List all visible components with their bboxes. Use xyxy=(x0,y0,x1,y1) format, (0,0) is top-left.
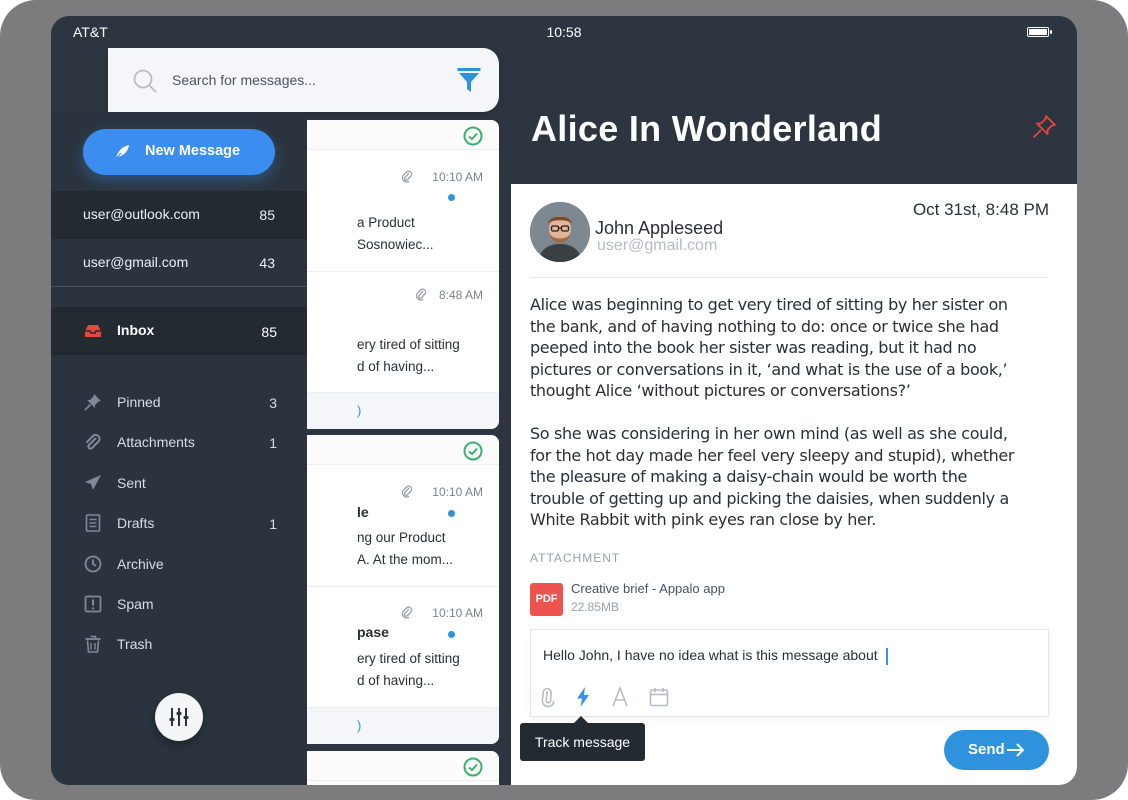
pin-icon[interactable] xyxy=(1031,114,1057,140)
sidebar-item-label: Attachments xyxy=(117,434,195,450)
account-email: user@gmail.com xyxy=(83,254,189,270)
sidebar-item-label: Archive xyxy=(117,556,164,572)
sidebar-item-count: 3 xyxy=(269,395,277,411)
header-divider xyxy=(530,277,1047,278)
attachment-size: 22.85MB xyxy=(571,600,620,614)
filter-icon[interactable] xyxy=(457,67,481,93)
track-message-tooltip: Track message xyxy=(520,716,645,761)
pdf-file-icon[interactable]: PDF xyxy=(530,583,563,616)
sidebar-item-inbox[interactable]: Inbox 85 xyxy=(51,307,307,355)
sender-name: John Appleseed xyxy=(595,218,724,238)
reply-composer[interactable]: Hello John, I have no idea what is this … xyxy=(530,629,1049,717)
check-circle-icon xyxy=(463,126,483,146)
send-label: Send xyxy=(968,741,1005,758)
tablet-frame: AT&T 10:58 10:10 AM pase a Product Sosno… xyxy=(0,0,1128,800)
sidebar-item-pinned[interactable]: Pinned 3 xyxy=(51,382,307,422)
inbox-icon xyxy=(85,325,101,337)
sidebar-item-count: 85 xyxy=(261,324,277,340)
card-footer-link[interactable]: ) xyxy=(357,403,361,418)
attachment-name[interactable]: Creative brief - Appalo app xyxy=(571,581,725,596)
account-count: 85 xyxy=(259,207,275,223)
account-count: 43 xyxy=(259,255,275,271)
calendar-icon[interactable] xyxy=(648,686,670,708)
sidebar-item-trash[interactable]: Trash xyxy=(51,624,307,664)
message-time: 10:10 AM xyxy=(432,170,483,184)
sidebar-item-count: 1 xyxy=(269,435,277,451)
check-circle-icon xyxy=(463,757,483,777)
sidebar-item-sent[interactable]: Sent xyxy=(51,463,307,503)
unread-dot xyxy=(448,194,455,201)
message-paragraph: So she was considering in her own mind (… xyxy=(530,424,1015,530)
check-circle-icon xyxy=(463,441,483,461)
feather-icon xyxy=(114,145,129,160)
new-message-button[interactable]: New Message xyxy=(83,129,275,175)
search-bar xyxy=(108,48,499,112)
paperclip-icon xyxy=(415,288,427,301)
settings-sliders-button[interactable] xyxy=(155,693,203,741)
account-email: user@outlook.com xyxy=(83,206,200,222)
avatar xyxy=(530,202,590,262)
paperclip-icon xyxy=(401,606,413,619)
message-date: Oct 31st, 8:48 PM xyxy=(912,200,1049,219)
spam-icon xyxy=(84,595,102,613)
search-input[interactable] xyxy=(172,69,442,91)
sidebar-item-attachments[interactable]: Attachments 1 xyxy=(51,422,307,462)
clock-icon xyxy=(84,555,102,573)
trash-icon xyxy=(85,635,101,653)
attach-icon[interactable] xyxy=(537,686,559,708)
send-button[interactable]: Send xyxy=(944,730,1049,770)
sidebar-item-count: 1 xyxy=(269,516,277,532)
message-time: 10:10 AM xyxy=(432,485,483,499)
reply-input[interactable]: Hello John, I have no idea what is this … xyxy=(543,647,888,665)
account-gmail[interactable]: user@gmail.com 43 xyxy=(51,239,307,287)
paperclip-icon xyxy=(401,170,413,183)
message-time: 8:48 AM xyxy=(438,288,483,302)
text-caret xyxy=(885,647,888,665)
sidebar-item-label: Drafts xyxy=(117,515,155,531)
sender-email: user@gmail.com xyxy=(597,237,718,254)
drafts-icon xyxy=(85,514,101,532)
search-icon xyxy=(133,69,157,93)
sidebar-item-archive[interactable]: Archive xyxy=(51,544,307,584)
sidebar-item-drafts[interactable]: Drafts 1 xyxy=(51,503,307,543)
lightning-icon[interactable] xyxy=(572,686,594,708)
sidebar: New Message user@outlook.com 85 user@gma… xyxy=(51,112,307,785)
sidebar-item-spam[interactable]: Spam xyxy=(51,584,307,624)
card-footer-link[interactable]: ) xyxy=(357,718,361,733)
screen: AT&T 10:58 10:10 AM pase a Product Sosno… xyxy=(51,16,1077,785)
sliders-icon xyxy=(169,708,189,726)
sidebar-item-label: Sent xyxy=(117,475,146,491)
paperclip-icon xyxy=(401,485,413,498)
message-paragraph: Alice was beginning to get very tired of… xyxy=(530,295,1008,401)
send-icon xyxy=(85,475,101,490)
sidebar-divider xyxy=(51,286,307,287)
sidebar-item-label: Spam xyxy=(117,596,154,612)
new-message-label: New Message xyxy=(145,143,241,159)
pin-icon xyxy=(84,394,101,411)
account-outlook[interactable]: user@outlook.com 85 xyxy=(51,191,307,239)
unread-dot xyxy=(448,631,455,638)
arrow-right-icon xyxy=(1007,743,1025,757)
message-time: 10:10 AM xyxy=(432,606,483,620)
sidebar-item-label: Trash xyxy=(117,636,153,652)
message-title: Alice In Wonderland xyxy=(531,108,883,149)
message-detail: John Appleseed user@gmail.com Oct 31st, … xyxy=(511,184,1077,785)
paperclip-icon xyxy=(85,433,101,450)
attachment-heading: ATTACHMENT xyxy=(530,551,621,565)
sidebar-item-label: Pinned xyxy=(117,394,161,410)
unread-dot xyxy=(448,510,455,517)
sidebar-item-label: Inbox xyxy=(117,322,155,338)
font-icon[interactable] xyxy=(609,686,631,708)
battery-icon xyxy=(1027,27,1052,37)
